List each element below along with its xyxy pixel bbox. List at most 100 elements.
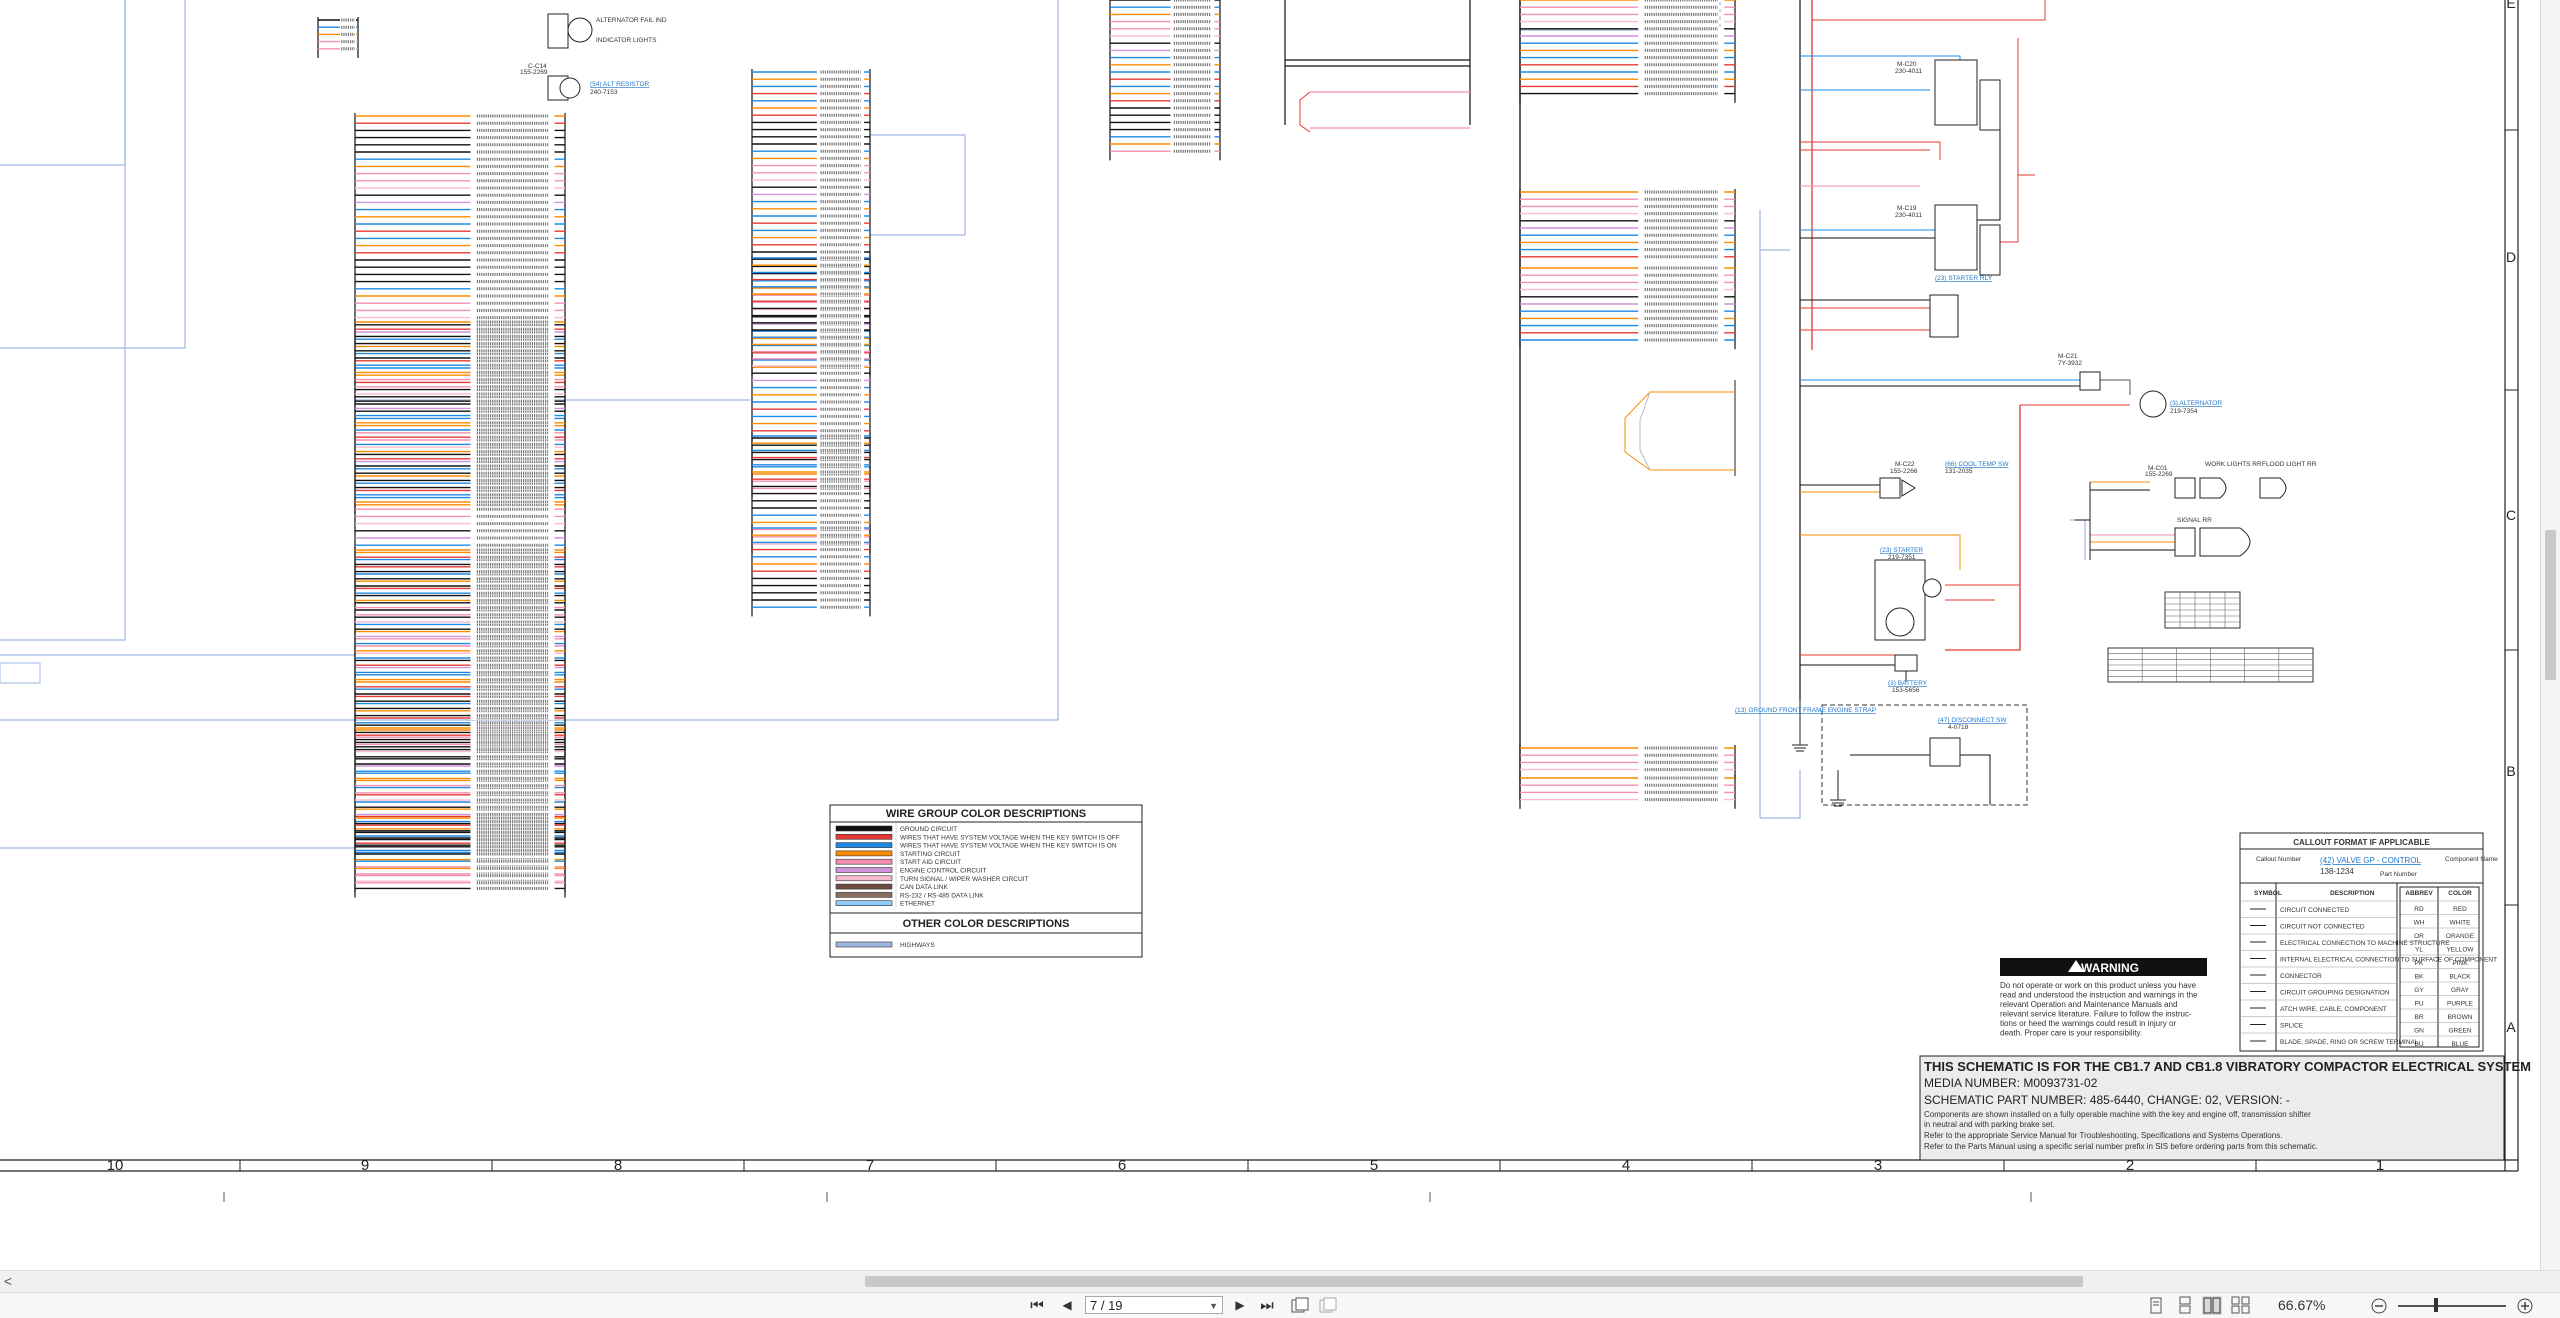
flood-light-icon xyxy=(2259,477,2287,499)
warning-text: death. Proper care is your responsibilit… xyxy=(2000,1029,2142,1038)
row-letter: D xyxy=(2506,249,2516,265)
color-abbrev: YL xyxy=(2415,947,2423,954)
part-number-label: Part Number xyxy=(2380,871,2418,878)
two-page-continuous-icon[interactable] xyxy=(2230,1296,2252,1315)
zoom-level[interactable]: 66.67% xyxy=(2278,1297,2325,1313)
m19-label: M-C19 xyxy=(1897,205,1917,212)
m19-part: 230-4011 xyxy=(1895,212,1922,219)
color-name: GRAY xyxy=(2451,987,2470,994)
vertical-scroll-thumb[interactable] xyxy=(2545,530,2556,680)
wire-legend-label: WIRES THAT HAVE SYSTEM VOLTAGE WHEN THE … xyxy=(900,843,1117,850)
connector-m22 xyxy=(1879,477,1901,499)
title-note: in neutral and with parking brake set. xyxy=(1924,1120,2055,1129)
color-abbrev: GY xyxy=(2414,987,2424,994)
title-note: Components are shown installed on a full… xyxy=(1924,1110,2311,1119)
work-light-icon xyxy=(2199,477,2227,499)
other-legend-title: OTHER COLOR DESCRIPTIONS xyxy=(903,918,1070,930)
relay-m19-box xyxy=(1934,204,1978,271)
schematic-part-number: SCHEMATIC PART NUMBER: 485-6440, CHANGE:… xyxy=(1924,1093,2290,1107)
document-viewport[interactable]: 10 9 8 7 6 5 4 3 2 1 E D C B A ALTERNATOR FAIL IND INDIC… xyxy=(0,0,2540,1270)
wire-legend-label: TURN SIGNAL / WIPER WASHER CIRCUIT xyxy=(900,876,1028,883)
callout-number-label: Callout Number xyxy=(2256,856,2302,863)
view-width-icon[interactable] xyxy=(1318,1296,1338,1315)
color-abbrev: BK xyxy=(2415,974,2424,981)
color-abbrev: OR xyxy=(2414,933,2424,940)
highway-line xyxy=(0,0,126,641)
coolant-sensor-icon xyxy=(1901,479,1916,497)
wire-legend-label: START AID CIRCUIT xyxy=(900,859,961,866)
wire-legend-label: WIRES THAT HAVE SYSTEM VOLTAGE WHEN THE … xyxy=(900,834,1120,841)
power-feed xyxy=(1945,405,2021,651)
zoom-slider[interactable] xyxy=(2398,1305,2506,1307)
alt-resistor-link: (54) ALT RESISTOR xyxy=(590,81,650,88)
disconnect-link: (47) DISCONNECT SW xyxy=(1938,717,2007,724)
solenoid-icon xyxy=(1922,578,1942,598)
first-page-button[interactable]: ⏮ xyxy=(1028,1296,1046,1315)
alt-fail-label: ALTERNATOR FAIL IND xyxy=(596,17,667,24)
two-page-icon[interactable] xyxy=(2202,1296,2222,1315)
wire-legend-label: CAN DATA LINK xyxy=(900,884,948,891)
row-letter: E xyxy=(2506,0,2515,11)
horizontal-scrollbar[interactable]: < xyxy=(0,1270,2560,1293)
power-feed xyxy=(1800,141,1941,160)
single-page-icon[interactable] xyxy=(2147,1296,2165,1315)
horizontal-scroll-thumb[interactable] xyxy=(865,1276,2083,1287)
connector-m21 xyxy=(2079,371,2101,391)
indicator-lamp-icon xyxy=(567,17,593,43)
alternator-part: 219-7354 xyxy=(2170,408,2198,415)
power-feed xyxy=(1812,0,2046,21)
zoom-out-icon[interactable] xyxy=(2370,1296,2388,1315)
battery-part: 153-5656 xyxy=(1892,687,1920,694)
disconnect-part: 4-0718 xyxy=(1948,724,1969,731)
abbrev-header: ABBREV xyxy=(2405,890,2433,897)
column-number: 3 xyxy=(1874,1157,1882,1174)
warning-text: tions or heed the warnings could result … xyxy=(2000,1019,2176,1028)
flood-light-label: FLOOD LIGHT RR xyxy=(2262,461,2317,468)
zoom-slider-knob[interactable] xyxy=(2434,1298,2438,1312)
continuous-page-icon[interactable] xyxy=(2176,1296,2194,1315)
color-name: GREEN xyxy=(2448,1028,2471,1035)
battery-icon xyxy=(1894,654,1918,672)
power-feed xyxy=(1800,300,1931,331)
color-name: BROWN xyxy=(2448,1014,2473,1021)
battery-link: (3) BATTERY xyxy=(1888,680,1928,687)
symbol-description: ATCH WIRE, CABLE, COMPONENT xyxy=(2280,1006,2387,1013)
wire-legend-swatch xyxy=(835,833,893,840)
wire-legend-swatch xyxy=(835,875,893,882)
m20-label: M-C20 xyxy=(1897,61,1917,68)
symbol-description: ELECTRICAL CONNECTION TO MACHINE STRUCTU… xyxy=(2280,940,2450,947)
m22-part: 155-2266 xyxy=(1890,468,1918,475)
schematic-canvas: 10 9 8 7 6 5 4 3 2 1EDCBAALTERNATOR FAIL INDINDIC… xyxy=(0,0,2531,1202)
scroll-left-icon[interactable]: < xyxy=(0,1273,16,1289)
starter-relay-link: (23) STARTER RLY xyxy=(1935,275,1993,282)
highway-line xyxy=(0,0,186,349)
wire-legend-swatch xyxy=(835,858,893,865)
ground-wire xyxy=(1960,754,1991,805)
m20-part: 230-4011 xyxy=(1895,68,1922,75)
connector-m01 xyxy=(2174,477,2196,499)
title-note: Refer to the Parts Manual using a specif… xyxy=(1924,1142,2318,1151)
relay-m20-box xyxy=(1934,59,1978,126)
zoom-in-icon[interactable] xyxy=(2516,1296,2534,1315)
signal-rr-label: SIGNAL RR xyxy=(2177,517,2212,524)
view-fit-icon[interactable] xyxy=(1290,1296,1310,1315)
harness-wire xyxy=(1639,391,1651,471)
alternator-icon xyxy=(2139,390,2167,418)
relay-m19-side xyxy=(1979,224,2001,276)
chevron-down-icon[interactable]: ▼ xyxy=(1209,1297,1218,1315)
work-lights-label: WORK LIGHTS RR xyxy=(2205,461,2262,468)
wire-legend-label: STARTING CIRCUIT xyxy=(900,851,960,858)
alternator-link: (3) ALTERNATOR xyxy=(2170,400,2222,407)
previous-page-button[interactable]: ◀ xyxy=(1058,1296,1076,1315)
color-name: WHITE xyxy=(2450,920,2472,927)
c214-part: 155-2269 xyxy=(520,69,548,76)
page-number-input[interactable]: 7 / 19 ▼ xyxy=(1085,1296,1223,1314)
color-abbrev: PU xyxy=(2414,1001,2423,1008)
wire-legend-swatch xyxy=(835,883,893,890)
indicator-lights-label: INDICATOR LIGHTS xyxy=(596,37,657,44)
vertical-scrollbar[interactable] xyxy=(2540,0,2560,1270)
warning-text: relevant service literature. Failure to … xyxy=(2000,1010,2192,1019)
next-page-button[interactable]: ▶ xyxy=(1231,1296,1249,1315)
color-abbrev: RD xyxy=(2414,906,2424,913)
last-page-button[interactable]: ⏭ xyxy=(1258,1296,1276,1315)
